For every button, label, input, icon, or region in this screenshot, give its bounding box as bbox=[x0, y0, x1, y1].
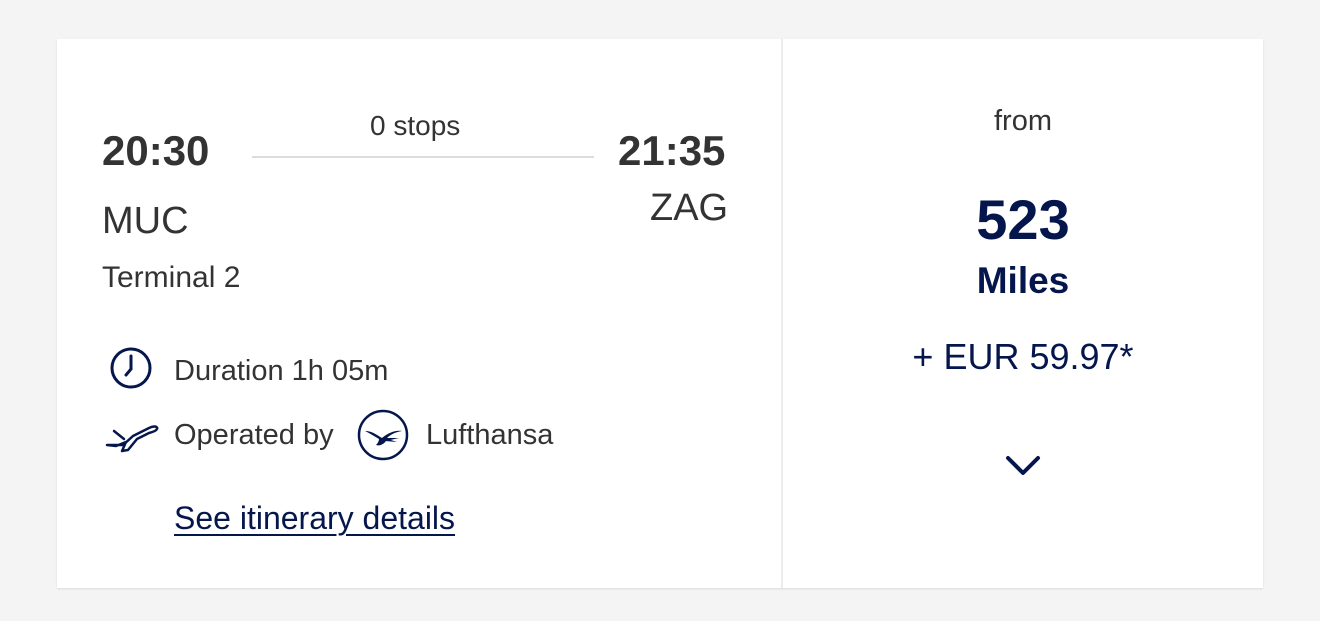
lufthansa-crane-logo bbox=[357, 409, 409, 461]
miles-amount: 523 bbox=[976, 188, 1070, 251]
departure-time: 20:30 bbox=[102, 127, 210, 174]
fare-surcharge: + EUR 59.97* bbox=[912, 336, 1134, 377]
chevron-down-icon[interactable] bbox=[1001, 451, 1045, 481]
from-label: from bbox=[994, 105, 1052, 137]
see-itinerary-details-link[interactable]: See itinerary details bbox=[174, 500, 455, 537]
origin-airport: MUC bbox=[102, 200, 189, 242]
destination-airport: ZAG bbox=[650, 187, 729, 229]
miles-unit: Miles bbox=[976, 260, 1070, 301]
origin-terminal: Terminal 2 bbox=[102, 261, 241, 294]
airplane-icon bbox=[104, 419, 160, 455]
arrival-time: 21:35 bbox=[618, 127, 726, 174]
carrier-name: Lufthansa bbox=[426, 419, 554, 451]
flight-result-card: 20:30 0 stops 21:35 MUC ZAG Terminal 2 D… bbox=[57, 39, 1263, 588]
operated-by-label: Operated by bbox=[174, 419, 334, 451]
clock-icon bbox=[109, 346, 153, 390]
stops-count: 0 stops bbox=[370, 110, 461, 141]
flight-duration: Duration 1h 05m bbox=[174, 355, 389, 387]
route-line bbox=[252, 156, 594, 158]
